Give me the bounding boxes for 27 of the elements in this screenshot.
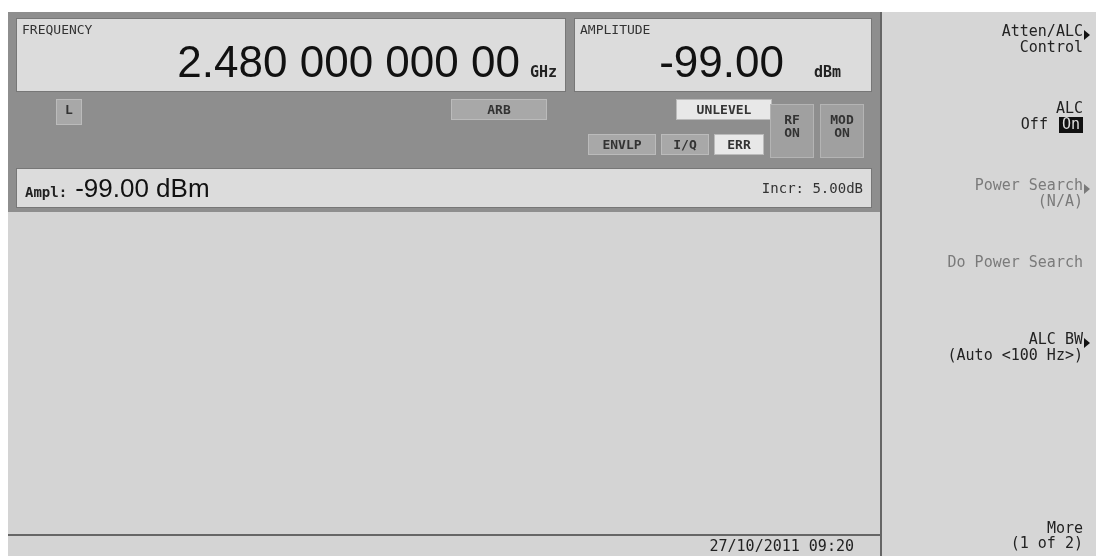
annunciator: L [56,99,82,125]
mod-on-indicator: MOD ON [820,104,864,158]
annunciator: UNLEVEL [676,99,772,120]
amplitude-value: -99.00 [659,37,784,87]
date-time: 27/10/2011 09:20 [709,537,854,555]
amplitude-label: AMPLITUDE [580,22,651,37]
toggle-option[interactable]: Off [1017,116,1051,133]
softkey[interactable]: ALC BW (Auto <100 Hz>) [947,332,1090,364]
increment-text: Incr: 5.00dB [761,180,863,196]
entry-label: Ampl: [25,183,68,200]
amplitude-unit: dBm [813,63,841,81]
arrow-icon [1084,30,1090,40]
annunciator: ARB [451,99,547,120]
annunciator: I/Q [661,134,709,155]
more-softkey[interactable]: More (1 of 2) [1010,520,1083,552]
annunciator: ERR [714,134,764,155]
frequency-unit: GHz [529,63,557,81]
softkey[interactable]: Atten/ALC Control [1001,24,1090,56]
entry-value: -99.00 dBm [75,172,210,204]
frequency-label: FREQUENCY [22,22,93,37]
frequency-value: 2.480 000 000 00 [177,37,520,87]
arrow-icon [1084,184,1090,194]
arrow-icon [1084,338,1090,348]
toggle-option[interactable]: On [1058,116,1083,133]
rf-on-indicator: RF ON [770,104,814,158]
softkey[interactable]: ALC Off On [1017,101,1083,133]
annunciator: ENVLP [588,134,656,155]
